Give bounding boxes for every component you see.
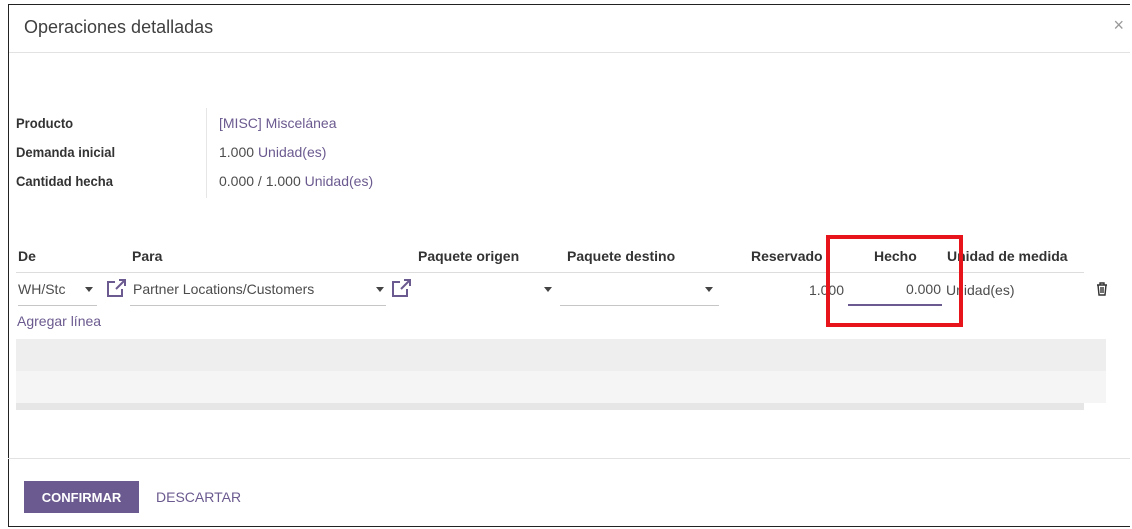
- product-label: Producto: [16, 114, 74, 131]
- table-row: WH/Stc Partner Locations/Customers 1.000…: [16, 273, 1108, 309]
- product-info: Producto [MISC] Miscelánea Demanda inici…: [16, 108, 373, 198]
- header-to[interactable]: Para: [132, 248, 162, 264]
- from-location-select[interactable]: WH/Stc: [18, 273, 97, 306]
- info-divider: [206, 108, 207, 198]
- product-row: Producto [MISC] Miscelánea: [16, 108, 373, 137]
- table-header: De Para Paquete origen Paquete destino R…: [16, 238, 1084, 273]
- caret-down-icon: [85, 286, 93, 292]
- dialog-header: Operaciones detalladas ×: [9, 5, 1130, 53]
- quantity-done-value: 0.000 / 1.000 Unidad(es): [206, 173, 373, 189]
- dest-package-select[interactable]: [560, 273, 719, 306]
- close-icon[interactable]: ×: [1113, 15, 1124, 36]
- initial-demand-value: 1.000 Unidad(es): [206, 144, 326, 160]
- to-location-select[interactable]: Partner Locations/Customers: [130, 273, 386, 306]
- table-footer-bar: [16, 403, 1084, 410]
- empty-row: [16, 371, 1106, 403]
- quantity-done-qty: 0.000 / 1.000: [219, 172, 301, 189]
- reserved-qty: 1.000: [808, 281, 844, 298]
- caret-down-icon: [544, 287, 552, 292]
- trash-icon[interactable]: [1096, 282, 1108, 296]
- quantity-done-label: Cantidad hecha: [16, 172, 113, 189]
- initial-demand-qty: 1.000: [219, 143, 255, 160]
- external-link-icon[interactable]: [105, 278, 127, 298]
- quantity-done-uom[interactable]: Unidad(es): [305, 173, 373, 189]
- from-location-value: WH/Stc: [18, 281, 66, 297]
- to-location-value: Partner Locations/Customers: [133, 281, 315, 297]
- header-uom[interactable]: Unidad de medida: [947, 248, 1068, 264]
- external-link-icon[interactable]: [390, 278, 412, 298]
- add-line-link[interactable]: Agregar línea: [17, 313, 101, 329]
- discard-button[interactable]: DESCARTAR: [156, 481, 241, 513]
- header-source-package[interactable]: Paquete origen: [418, 248, 519, 264]
- initial-demand-row: Demanda inicial 1.000 Unidad(es): [16, 137, 373, 166]
- uom-value: Unidad(es): [946, 281, 1015, 298]
- source-package-select[interactable]: [414, 273, 560, 306]
- quantity-done-row: Cantidad hecha 0.000 / 1.000 Unidad(es): [16, 166, 373, 195]
- header-done[interactable]: Hecho: [874, 248, 917, 264]
- dialog-title: Operaciones detalladas: [24, 17, 214, 37]
- done-qty-input[interactable]: 0.000: [848, 273, 942, 306]
- caret-down-icon: [376, 286, 384, 292]
- header-reserved[interactable]: Reservado: [751, 248, 823, 264]
- empty-row: [16, 339, 1106, 371]
- caret-down-icon: [705, 286, 713, 292]
- confirm-button[interactable]: CONFIRMAR: [24, 481, 139, 513]
- move-lines-table: De Para Paquete origen Paquete destino R…: [16, 238, 1108, 309]
- product-link[interactable]: [MISC] Miscelánea: [206, 115, 336, 131]
- header-from[interactable]: De: [18, 248, 36, 264]
- dialog-footer: CONFIRMAR DESCARTAR: [8, 458, 1130, 523]
- header-dest-package[interactable]: Paquete destino: [567, 248, 675, 264]
- initial-demand-uom[interactable]: Unidad(es): [258, 144, 326, 160]
- initial-demand-label: Demanda inicial: [16, 143, 116, 160]
